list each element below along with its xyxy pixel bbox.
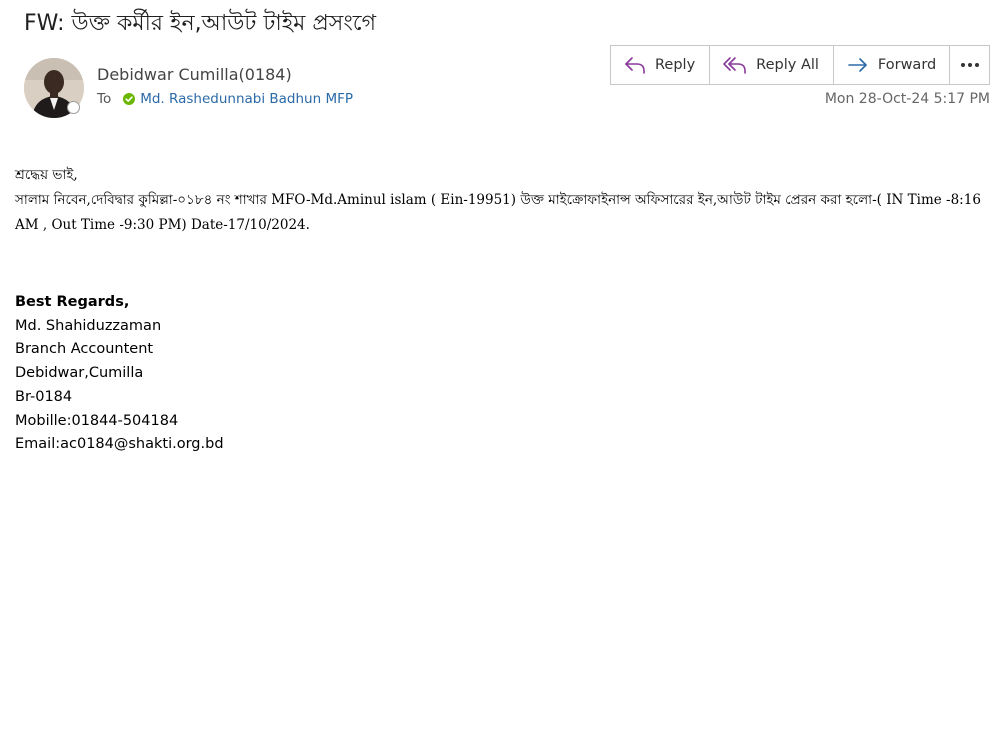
reply-icon bbox=[625, 57, 645, 74]
available-status-icon bbox=[123, 93, 136, 105]
signature-name: Md. Shahiduzzaman bbox=[15, 317, 162, 334]
forward-label: Forward bbox=[877, 57, 937, 73]
reply-label: Reply bbox=[655, 57, 696, 73]
message-actions: Reply Reply All Forward bbox=[610, 45, 952, 85]
reply-all-button[interactable]: Reply All bbox=[710, 46, 834, 84]
reply-all-label: Reply All bbox=[756, 57, 819, 73]
email-subject: FW: উক্ত কর্মীর ইন,আউট টাইম প্রসংগে bbox=[24, 11, 377, 36]
more-actions-button[interactable] bbox=[949, 45, 990, 85]
signature-mobile: Mobille:01844-504184 bbox=[15, 412, 179, 429]
signature-regards: Best Regards, bbox=[15, 294, 130, 310]
email-salutation: শ্রদ্ধেয় ভাই, bbox=[15, 167, 78, 183]
reply-button[interactable]: Reply bbox=[611, 46, 711, 84]
presence-status-icon bbox=[67, 101, 80, 114]
signature-branch: Br-0184 bbox=[15, 388, 73, 405]
more-icon bbox=[960, 63, 979, 67]
reply-all-icon bbox=[723, 57, 746, 74]
email-body-paragraph: সালাম নিবেন,দেবিদ্বার কুমিল্লা-০১৮৪ নং শ… bbox=[15, 192, 981, 233]
email-signature: Best Regards, Md. Shahiduzzaman Branch A… bbox=[15, 291, 224, 457]
forward-button[interactable]: Forward bbox=[834, 46, 950, 84]
sent-date: Mon 28-Oct-24 5:17 PM bbox=[824, 91, 990, 107]
recipients-row: To Md. Rashedunnabi Badhun MFP bbox=[97, 91, 353, 107]
sender-name[interactable]: Debidwar Cumilla(0184) bbox=[97, 65, 292, 84]
signature-email: Email:ac0184@shakti.org.bd bbox=[15, 436, 224, 453]
signature-title: Branch Accountent bbox=[15, 341, 154, 358]
signature-location: Debidwar,Cumilla bbox=[15, 365, 144, 382]
recipient-name[interactable]: Md. Rashedunnabi Badhun MFP bbox=[140, 91, 353, 107]
to-label: To bbox=[97, 91, 112, 107]
forward-arrow-icon bbox=[848, 58, 867, 72]
